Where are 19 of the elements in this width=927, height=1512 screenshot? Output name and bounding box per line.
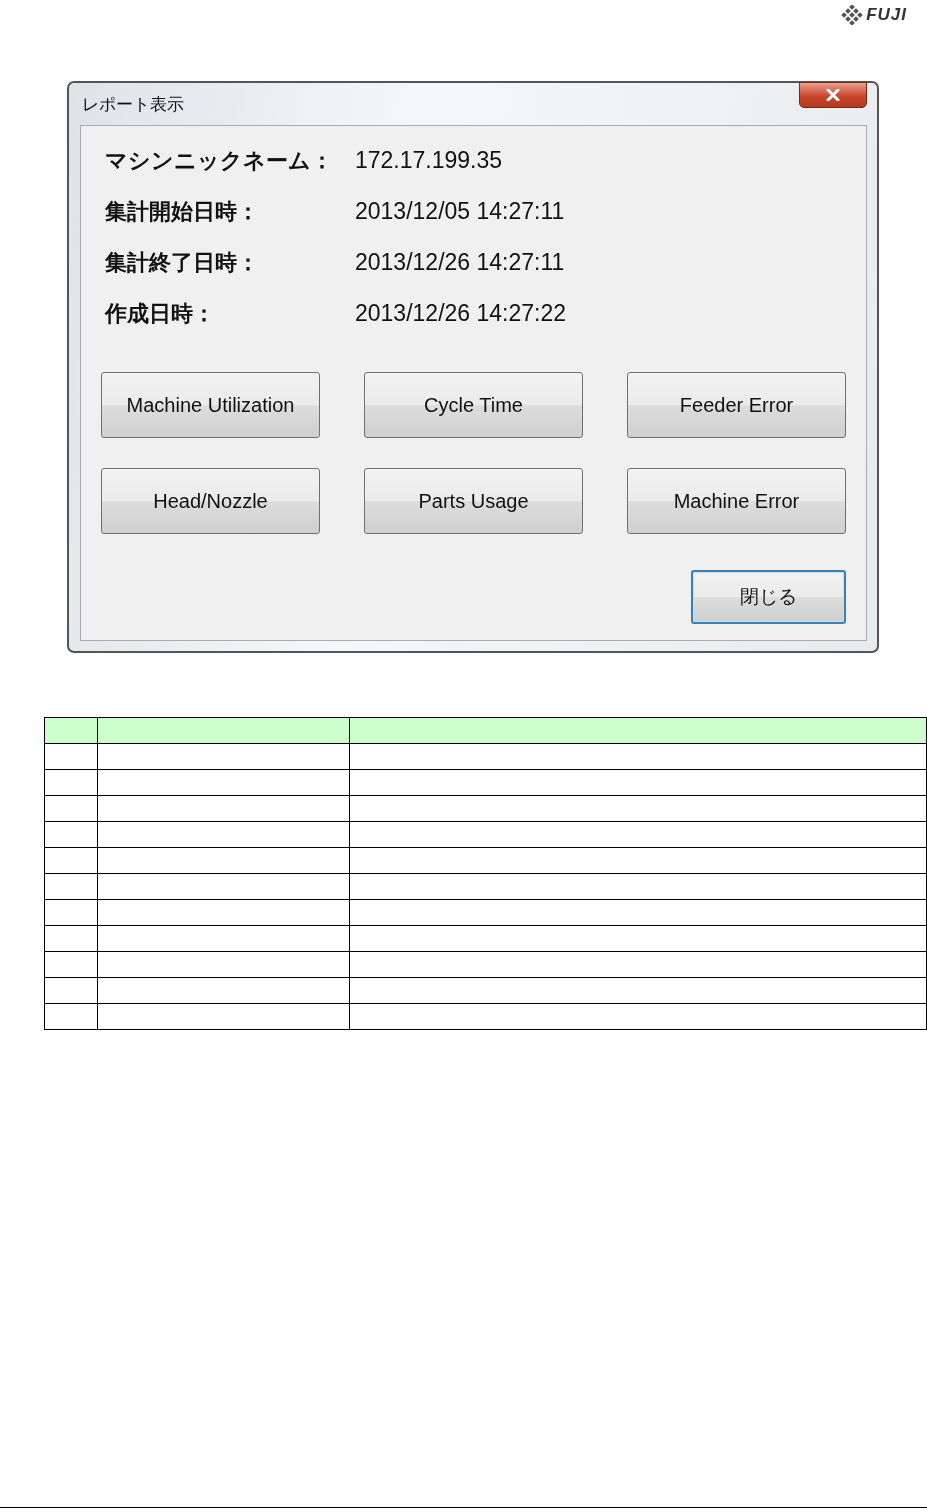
close-icon[interactable]	[799, 82, 867, 108]
diamond-logo-icon	[840, 5, 865, 25]
report-button[interactable]: Feeder Error	[627, 372, 846, 438]
field-value: 2013/12/26 14:27:11	[355, 249, 566, 276]
field-label: 集計開始日時：	[105, 198, 260, 226]
field-value: 2013/12/26 14:27:22	[355, 300, 568, 327]
logo-text: FUJI	[866, 5, 907, 25]
close-button[interactable]: 閉じる	[691, 570, 846, 624]
field-label: マシンニックネーム：	[105, 147, 334, 175]
report-button[interactable]: Machine Error	[627, 468, 846, 534]
report-button[interactable]: Parts Usage	[364, 468, 583, 534]
report-button[interactable]: Machine Utilization	[101, 372, 320, 438]
field-label: 作成日時：	[105, 300, 216, 328]
window-title: レポート表示	[82, 94, 184, 116]
field-label: 集計終了日時：	[105, 249, 260, 277]
field-value: 2013/12/05 14:27:11	[355, 198, 566, 225]
report-button[interactable]: Cycle Time	[364, 372, 583, 438]
report-button[interactable]: Head/Nozzle	[101, 468, 320, 534]
field-value: 172.17.199.35	[355, 147, 504, 174]
